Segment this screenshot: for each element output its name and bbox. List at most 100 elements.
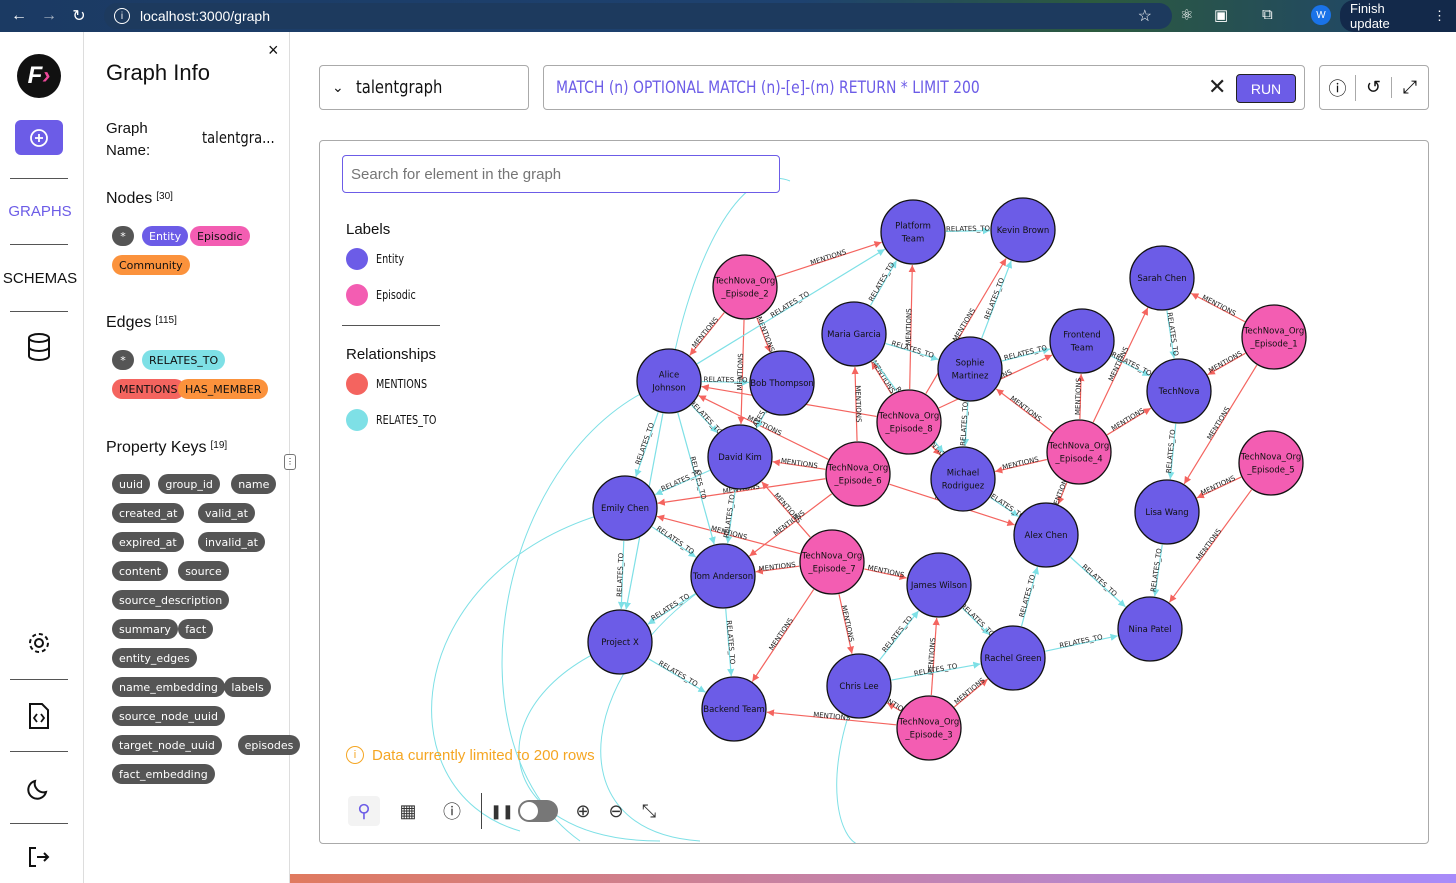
relationship-edge[interactable] — [431, 507, 626, 832]
add-graph-button[interactable] — [15, 120, 63, 155]
graph-node[interactable]: TechNova_Org _Episode_6 — [825, 441, 891, 507]
graph-select[interactable]: ⌄ talentgraph — [319, 65, 529, 110]
property-key-chip[interactable]: source_description — [112, 590, 230, 610]
node-circle[interactable] — [1046, 419, 1112, 485]
query-editor[interactable]: MATCH (n) OPTIONAL MATCH (n)-[e]-(m) RET… — [543, 65, 1305, 110]
property-key-chip[interactable]: source — [178, 561, 229, 581]
element-info-icon[interactable]: ⓘ — [436, 796, 468, 826]
node-circle[interactable] — [636, 348, 702, 414]
node-circle[interactable] — [799, 529, 865, 595]
node-circle[interactable] — [937, 336, 1003, 402]
extension-react-icon[interactable]: ⚛ — [1180, 6, 1193, 24]
node-circle[interactable] — [880, 199, 946, 265]
property-key-chip[interactable]: content — [112, 561, 169, 581]
panel-resize-handle[interactable]: ⋮ — [284, 454, 296, 470]
graph-node[interactable]: Maria Garcia — [821, 301, 887, 367]
label-chip-community[interactable]: Community — [112, 255, 190, 275]
reload-icon[interactable]: ↻ — [68, 6, 90, 26]
extensions-puzzle-icon[interactable]: ▣ — [1214, 6, 1228, 24]
graph-node[interactable]: TechNova — [1146, 358, 1212, 424]
property-key-chip[interactable]: name — [231, 474, 277, 494]
graph-node[interactable]: TechNova_Org _Episode_2 — [712, 254, 778, 320]
node-circle[interactable] — [1238, 430, 1304, 496]
property-key-chip[interactable]: episodes — [237, 735, 301, 755]
edge-chip-mentions[interactable]: MENTIONS — [112, 379, 185, 399]
graph-node[interactable]: Michael Rodriguez — [930, 446, 996, 512]
graph-canvas[interactable]: MENTIONS MENTIONS MENTIONS MENTIONS MENTIONS… — [319, 140, 1429, 844]
code-file-icon[interactable] — [22, 699, 56, 733]
graph-node[interactable]: Platform Team — [880, 199, 946, 265]
settings-gear-icon[interactable] — [22, 626, 56, 660]
fit-to-screen-icon[interactable]: ⤡ — [636, 796, 662, 826]
property-key-chip[interactable]: uuid — [112, 474, 150, 494]
edge-chip-has-member[interactable]: HAS_MEMBER — [178, 379, 269, 399]
property-key-chip[interactable]: valid_at — [198, 503, 255, 523]
legend-item-mentions[interactable]: MENTIONS — [346, 373, 440, 395]
property-key-chip[interactable]: name_embedding — [112, 677, 225, 697]
legend-item-relates-to[interactable]: RELATES_TO — [346, 409, 451, 431]
property-key-chip[interactable]: expired_at — [112, 532, 184, 552]
nav-schemas[interactable]: SCHEMAS — [0, 270, 80, 287]
graph-view-icon[interactable]: ⚲ — [348, 796, 380, 826]
label-chip-entity[interactable]: Entity — [142, 226, 189, 246]
node-circle[interactable] — [1049, 308, 1115, 374]
graph-node[interactable]: Nina Patel — [1117, 596, 1183, 662]
animation-toggle[interactable] — [518, 800, 558, 822]
legend-item-entity[interactable]: Entity — [346, 248, 411, 270]
close-icon[interactable]: × — [268, 40, 279, 61]
profile-avatar[interactable]: W — [1311, 5, 1331, 25]
graph-node[interactable]: Tom Anderson — [690, 543, 756, 609]
graph-search-input[interactable] — [342, 155, 780, 193]
graph-node[interactable]: TechNova_Org _Episode_7 — [799, 529, 865, 595]
graph-node[interactable]: TechNova_Org _Episode_5 — [1238, 430, 1304, 496]
info-icon[interactable]: ⓘ — [1320, 74, 1356, 101]
graph-node[interactable]: TechNova_Org _Episode_4 — [1046, 419, 1112, 485]
graph-svg[interactable]: MENTIONS MENTIONS MENTIONS MENTIONS MENTIONS… — [320, 141, 1429, 844]
forward-icon[interactable]: → — [38, 7, 60, 25]
property-key-chip[interactable]: labels — [224, 677, 271, 697]
zoom-out-icon[interactable]: ⊖ — [603, 796, 629, 826]
run-button[interactable]: RUN — [1236, 74, 1296, 103]
graph-node[interactable]: Bob Thompson — [749, 350, 815, 416]
property-key-chip[interactable]: fact — [178, 619, 214, 639]
graph-node[interactable]: TechNova_Org _Episode_3 — [896, 695, 962, 761]
node-circle[interactable] — [876, 389, 942, 455]
property-key-chip[interactable]: target_node_uuid — [112, 735, 222, 755]
database-icon[interactable] — [22, 330, 56, 364]
table-view-icon[interactable]: ▦ — [392, 796, 424, 826]
graph-node[interactable]: Alice Johnson — [636, 348, 702, 414]
graph-node[interactable]: Sophie Martinez — [937, 336, 1003, 402]
graph-node[interactable]: Alex Chen — [1013, 502, 1079, 568]
graph-node[interactable]: Frontend Team — [1049, 308, 1115, 374]
finish-update-button[interactable]: Finish update ⋮ — [1340, 0, 1456, 32]
node-circle[interactable] — [1241, 304, 1307, 370]
all-nodes-chip[interactable]: * — [112, 226, 134, 246]
legend-item-episodic[interactable]: Episodic — [346, 284, 426, 306]
fullscreen-icon[interactable]: ⤢ — [1392, 77, 1428, 98]
node-circle[interactable] — [712, 254, 778, 320]
graph-node[interactable]: James Wilson — [906, 552, 972, 618]
graph-node[interactable]: Sarah Chen — [1129, 245, 1195, 311]
node-circle[interactable] — [825, 441, 891, 507]
logout-icon[interactable] — [22, 840, 56, 874]
back-icon[interactable]: ← — [8, 7, 30, 25]
graph-node[interactable]: Project X — [587, 609, 653, 675]
all-edges-chip[interactable]: * — [112, 350, 134, 370]
graph-node[interactable]: Lisa Wang — [1134, 479, 1200, 545]
property-key-chip[interactable]: fact_embedding — [112, 764, 215, 784]
property-key-chip[interactable]: created_at — [112, 503, 185, 523]
property-key-chip[interactable]: invalid_at — [198, 532, 265, 552]
pause-animation-icon[interactable]: ❚❚ — [490, 796, 513, 826]
property-key-chip[interactable]: group_id — [158, 474, 220, 494]
graph-node[interactable]: TechNova_Org _Episode_1 — [1241, 304, 1307, 370]
bookmark-star-icon[interactable]: ☆ — [1138, 6, 1152, 26]
label-chip-episodic[interactable]: Episodic — [190, 226, 250, 246]
graph-node[interactable]: David Kim — [707, 424, 773, 490]
graph-node[interactable]: TechNova_Org _Episode_8 — [876, 389, 942, 455]
history-icon[interactable]: ↺ — [1356, 77, 1392, 98]
nav-graphs[interactable]: GRAPHS — [0, 203, 80, 220]
dark-mode-moon-icon[interactable] — [22, 771, 56, 805]
graph-node[interactable]: Rachel Green — [980, 625, 1046, 691]
site-info-icon[interactable]: i — [114, 8, 130, 24]
graph-node[interactable]: Kevin Brown — [990, 197, 1056, 263]
